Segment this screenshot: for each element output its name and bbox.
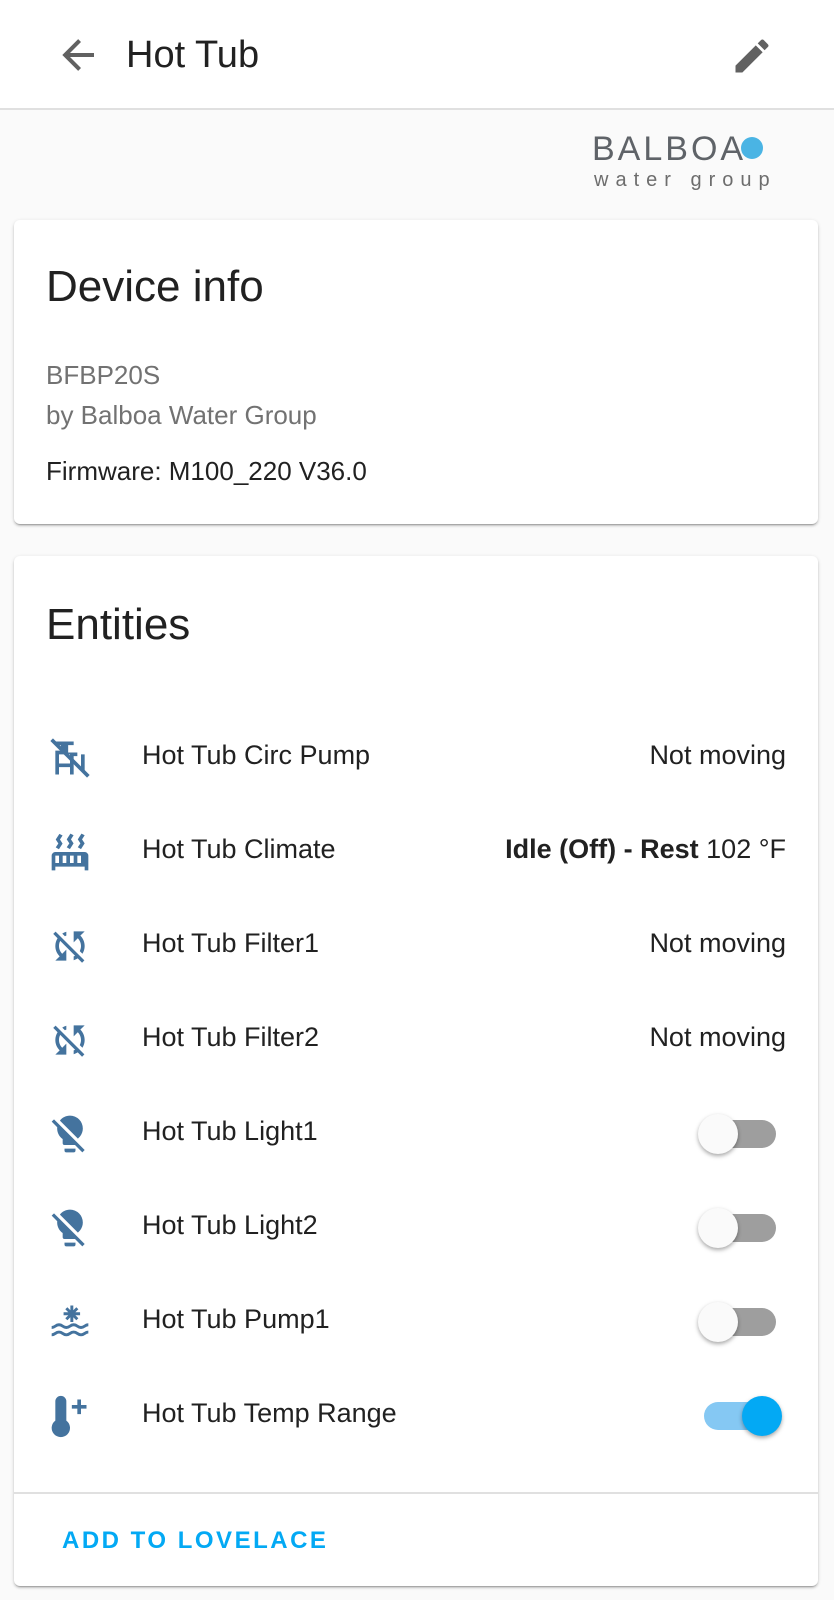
entity-row-light1[interactable]: Hot Tub Light1 [14,1086,818,1182]
pencil-icon [735,39,769,73]
pump1-toggle[interactable] [698,1302,776,1342]
entity-row-light2[interactable]: Hot Tub Light2 [14,1180,818,1276]
device-info-title: Device info [46,262,264,311]
entity-name: Hot Tub Climate [142,834,336,864]
back-button[interactable] [54,31,102,79]
climate-temperature: 102 °F [706,834,786,864]
thermometer-plus-icon [48,1394,92,1438]
toggle-knob [698,1302,738,1342]
entity-name: Hot Tub Filter1 [142,928,320,958]
lightbulb-off-icon [48,1112,92,1156]
sync-off-icon [48,1018,92,1062]
entities-title: Entities [46,600,191,649]
pump-off-icon [48,736,92,780]
light1-toggle[interactable] [698,1114,776,1154]
svg-text:water group: water group [593,169,777,191]
entity-name: Hot Tub Light2 [142,1210,318,1240]
entity-name: Hot Tub Filter2 [142,1022,320,1052]
light2-toggle[interactable] [698,1208,776,1248]
entity-name: Hot Tub Temp Range [142,1398,397,1428]
entity-row-climate[interactable]: Hot Tub Climate Idle (Off) - Rest 102 °F [14,804,818,900]
entity-row-circ-pump[interactable]: Hot Tub Circ Pump Not moving [14,710,818,806]
svg-text:BALBOA: BALBOA [592,130,746,168]
card-actions-divider [14,1492,818,1494]
radiator-icon [48,830,92,874]
toggle-knob [698,1208,738,1248]
entity-name: Hot Tub Circ Pump [142,740,371,770]
page-title: Hot Tub [126,34,260,76]
entity-row-temp-range[interactable]: Hot Tub Temp Range [14,1368,818,1464]
entity-state: Idle (Off) - Rest 102 °F [505,834,786,865]
device-model: BFBP20S [46,360,161,390]
entity-state: Not moving [649,740,786,770]
entity-row-pump1[interactable]: Hot Tub Pump1 [14,1274,818,1370]
entity-row-filter2[interactable]: Hot Tub Filter2 Not moving [14,992,818,1088]
arrow-left-icon [62,39,94,71]
toggle-knob [698,1114,738,1154]
entity-state: Not moving [649,928,786,958]
balboa-logo: BALBOA water group [592,124,818,194]
app-bar: Hot Tub [0,0,834,110]
entity-name: Hot Tub Pump1 [142,1304,330,1334]
device-firmware: Firmware: M100_220 V36.0 [46,456,367,486]
entity-name: Hot Tub Light1 [142,1116,318,1146]
sync-off-icon [48,924,92,968]
toggle-knob [742,1396,782,1436]
entity-state: Not moving [649,1022,786,1052]
hot-tub-jet-icon [48,1300,92,1344]
lightbulb-off-icon [48,1206,92,1250]
entity-row-filter1[interactable]: Hot Tub Filter1 Not moving [14,898,818,994]
temp-range-toggle[interactable] [704,1396,782,1436]
climate-mode: Idle (Off) - Rest [505,834,699,864]
device-manufacturer: by Balboa Water Group [46,400,317,430]
add-to-lovelace-button[interactable]: ADD TO LOVELACE [48,1516,342,1566]
edit-button[interactable] [730,34,778,82]
